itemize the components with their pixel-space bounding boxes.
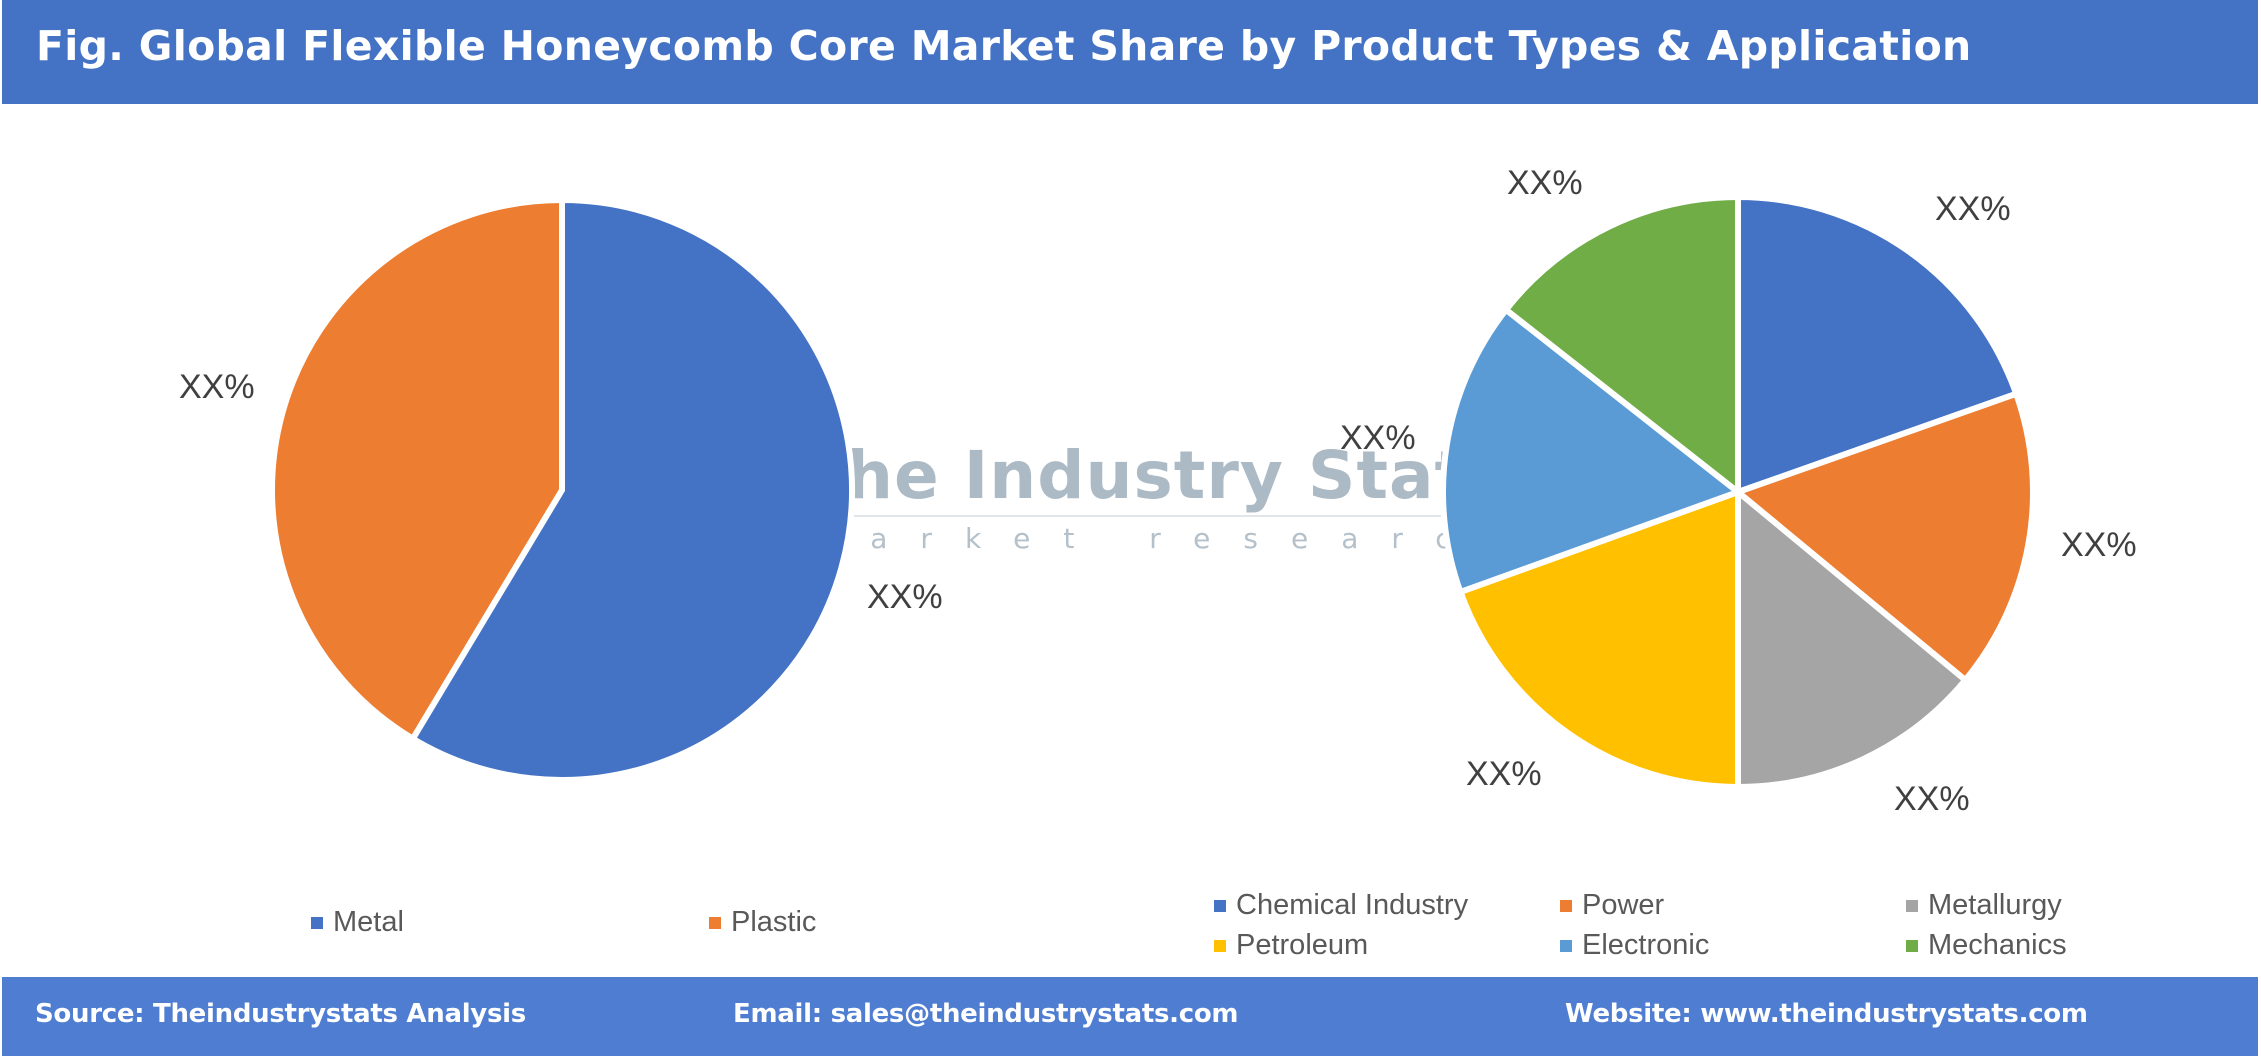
data-label-power: XX%: [2061, 526, 2137, 564]
legend-item-petroleum: Petroleum: [1214, 929, 1368, 962]
legend-item-plastic: Plastic: [709, 906, 816, 939]
legend-swatch-mechanics: [1906, 939, 1918, 952]
footer-email[interactable]: Email: sales@theindustrystats.com: [733, 999, 1239, 1029]
legend-swatch-electronic: [1560, 939, 1572, 952]
footer-bar: Source: Theindustrystats Analysis Email:…: [2, 977, 2258, 1056]
legend-label: Metallurgy: [1928, 889, 2062, 921]
legend-swatch-metal: [311, 916, 323, 929]
data-label-metal: XX%: [867, 578, 943, 616]
data-label-electronic: XX%: [1340, 419, 1416, 457]
legend-label: Mechanics: [1928, 929, 2067, 961]
legend-item-power: Power: [1560, 889, 1664, 922]
legend-swatch-metallurgy: [1906, 899, 1918, 912]
legend-swatch-power: [1560, 899, 1572, 912]
footer-source: Source: Theindustrystats Analysis: [35, 999, 526, 1029]
pie-product-types: [269, 197, 855, 783]
legend-swatch-plastic: [709, 916, 721, 929]
footer-website[interactable]: Website: www.theindustrystats.com: [1565, 999, 2088, 1029]
legend-item-mechanics: Mechanics: [1906, 929, 2067, 962]
legend-item-metal: Metal: [311, 906, 404, 939]
legend-item-chemical-industry: Chemical Industry: [1214, 889, 1468, 922]
data-label-chemical-industry: XX%: [1935, 190, 2011, 228]
legend-label: Power: [1582, 889, 1665, 921]
legend-swatch-petroleum: [1214, 939, 1226, 952]
legend-label: Electronic: [1582, 929, 1710, 961]
data-label-plastic: XX%: [179, 368, 255, 406]
data-label-metallurgy: XX%: [1894, 780, 1970, 818]
legend-item-metallurgy: Metallurgy: [1906, 889, 2062, 922]
data-label-mechanics: XX%: [1507, 164, 1583, 202]
legend-label: Plastic: [731, 906, 817, 938]
legend-swatch-chemical-industry: [1214, 899, 1226, 912]
legend-label: Chemical Industry: [1236, 889, 1469, 921]
legend-label: Petroleum: [1236, 929, 1369, 961]
legend-item-electronic: Electronic: [1560, 929, 1709, 962]
pie-application: [1440, 194, 2036, 790]
legend-label: Metal: [333, 906, 404, 938]
data-label-petroleum: XX%: [1466, 755, 1542, 793]
